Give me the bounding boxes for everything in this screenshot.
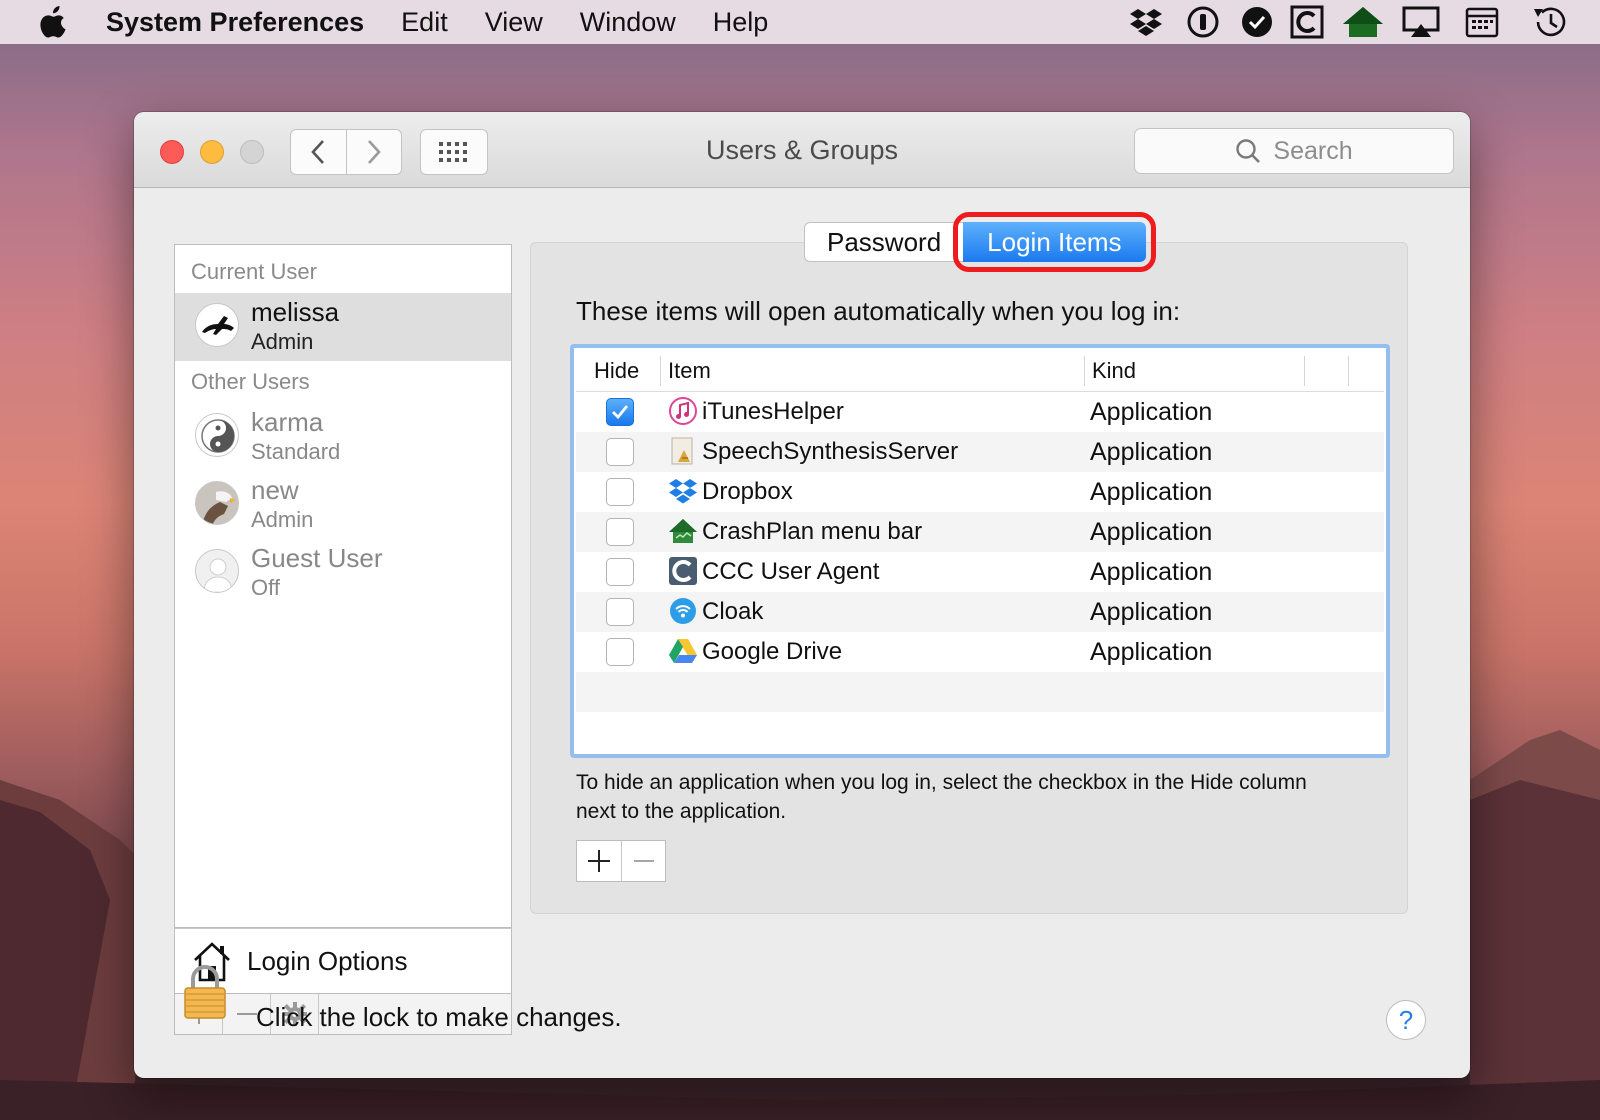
tab-login-items[interactable]: Login Items bbox=[953, 212, 1156, 272]
user-row-guest[interactable]: Guest User Off bbox=[175, 539, 511, 607]
google-drive-icon bbox=[669, 639, 697, 663]
app-kind: Application bbox=[1090, 438, 1213, 466]
search-input[interactable]: Search bbox=[1134, 128, 1454, 174]
tab-bar: Password Login Items bbox=[804, 212, 1156, 272]
login-items-heading: These items will open automatically when… bbox=[576, 296, 1181, 326]
user-row-melissa[interactable]: melissa Admin bbox=[175, 293, 511, 361]
app-name: CCC User Agent bbox=[702, 558, 880, 585]
menu-bar: System Preferences Edit View Window Help bbox=[0, 0, 1600, 44]
app-name: CrashPlan menu bar bbox=[702, 518, 923, 545]
hide-checkbox[interactable] bbox=[606, 598, 634, 626]
table-row[interactable]: Cloak Application bbox=[576, 592, 1384, 632]
login-items-toolbar bbox=[576, 840, 666, 882]
empty-row bbox=[576, 672, 1384, 712]
user-role: Admin bbox=[251, 507, 314, 532]
menu-edit[interactable]: Edit bbox=[401, 7, 448, 38]
table-row[interactable]: CrashPlan menu bar Application bbox=[576, 512, 1384, 552]
generic-user-avatar-icon bbox=[195, 549, 239, 593]
lock-message: Click the lock to make changes. bbox=[256, 1002, 622, 1032]
table-row[interactable]: Google Drive Application bbox=[576, 632, 1384, 672]
remove-login-item-button[interactable] bbox=[621, 841, 665, 881]
plus-icon bbox=[588, 850, 610, 872]
hide-checkbox[interactable] bbox=[606, 478, 634, 506]
cloak-icon bbox=[670, 598, 696, 624]
apple-logo-icon[interactable] bbox=[40, 6, 68, 38]
app-kind: Application bbox=[1090, 478, 1213, 506]
title-bar: Users & Groups Search bbox=[134, 112, 1470, 188]
other-users-label: Other Users bbox=[191, 369, 310, 394]
login-options-label: Login Options bbox=[247, 945, 408, 976]
table-header: Hide Item Kind bbox=[576, 350, 1384, 392]
1password-status-icon[interactable] bbox=[1184, 0, 1222, 44]
app-kind: Application bbox=[1090, 398, 1213, 426]
current-user-label: Current User bbox=[191, 259, 317, 284]
tab-login-items-label: Login Items bbox=[987, 226, 1122, 257]
user-row-karma[interactable]: karma Standard bbox=[175, 403, 511, 471]
user-row-new[interactable]: new Admin bbox=[175, 471, 511, 539]
users-groups-window: Users & Groups Search Current User melis… bbox=[134, 112, 1470, 1078]
user-role: Admin bbox=[251, 329, 314, 354]
user-name: Guest User bbox=[251, 543, 383, 573]
yin-yang-avatar-icon bbox=[195, 413, 239, 457]
crashplan-icon bbox=[669, 519, 697, 543]
crashplan-status-icon[interactable] bbox=[1340, 0, 1386, 44]
tab-password[interactable]: Password bbox=[804, 222, 964, 262]
hide-checkbox[interactable] bbox=[606, 558, 634, 586]
hide-hint-text: To hide an application when you log in, … bbox=[576, 771, 1307, 823]
app-name: Cloak bbox=[702, 598, 764, 625]
user-role: Standard bbox=[251, 439, 341, 464]
user-role: Off bbox=[251, 575, 280, 600]
add-login-item-button[interactable] bbox=[577, 841, 621, 881]
menu-app-name[interactable]: System Preferences bbox=[106, 7, 364, 38]
airplay-status-icon[interactable] bbox=[1400, 0, 1442, 44]
hide-checkbox[interactable] bbox=[606, 638, 634, 666]
minus-icon bbox=[633, 860, 654, 862]
checkmark-icon bbox=[612, 405, 629, 420]
check-circle-status-icon[interactable] bbox=[1238, 0, 1276, 44]
app-kind: Application bbox=[1090, 518, 1213, 546]
app-kind: Application bbox=[1090, 598, 1213, 626]
user-name: karma bbox=[251, 407, 324, 437]
table-row[interactable]: CCC User Agent Application bbox=[576, 552, 1384, 592]
minus-icon bbox=[236, 1013, 257, 1015]
user-name: new bbox=[251, 475, 299, 505]
ccc-icon bbox=[669, 557, 697, 585]
hide-checkbox[interactable] bbox=[606, 398, 634, 426]
menu-view[interactable]: View bbox=[485, 7, 543, 38]
app-kind: Application bbox=[1090, 558, 1213, 586]
menu-help[interactable]: Help bbox=[713, 7, 769, 38]
table-row[interactable]: SpeechSynthesisServer Application bbox=[576, 432, 1384, 472]
speech-synthesis-icon bbox=[671, 437, 693, 465]
column-kind[interactable]: Kind bbox=[1092, 358, 1136, 384]
app-name: Dropbox bbox=[702, 478, 793, 505]
hide-checkbox[interactable] bbox=[606, 518, 634, 546]
itunes-icon bbox=[669, 397, 697, 425]
app-name: Google Drive bbox=[702, 638, 843, 665]
eagle-avatar-icon bbox=[195, 481, 239, 525]
calendar-status-icon[interactable] bbox=[1462, 0, 1502, 44]
app-name: SpeechSynthesisServer bbox=[702, 438, 959, 465]
user-name: melissa bbox=[251, 297, 340, 327]
table-row[interactable]: Dropbox Application bbox=[576, 472, 1384, 512]
table-row[interactable]: iTunesHelper Application bbox=[576, 392, 1384, 432]
rabbit-avatar-icon bbox=[195, 303, 239, 347]
app-kind: Application bbox=[1090, 638, 1213, 666]
menu-window[interactable]: Window bbox=[580, 7, 676, 38]
column-hide[interactable]: Hide bbox=[594, 358, 639, 384]
search-placeholder: Search bbox=[1273, 136, 1353, 165]
users-list: Current User melissa Admin Other Users k… bbox=[174, 244, 512, 928]
dropbox-icon bbox=[669, 479, 697, 504]
hide-checkbox[interactable] bbox=[606, 438, 634, 466]
help-button[interactable]: ? bbox=[1386, 1000, 1426, 1040]
column-item[interactable]: Item bbox=[668, 358, 711, 384]
lock-icon[interactable] bbox=[182, 964, 228, 1020]
search-icon bbox=[1236, 139, 1261, 163]
login-items-table: Hide Item Kind iTunesHelper Application bbox=[570, 344, 1390, 758]
dropbox-status-icon[interactable] bbox=[1126, 0, 1166, 44]
app-name: iTunesHelper bbox=[702, 398, 844, 425]
ccc-status-icon[interactable] bbox=[1288, 0, 1326, 44]
time-machine-status-icon[interactable] bbox=[1530, 0, 1570, 44]
